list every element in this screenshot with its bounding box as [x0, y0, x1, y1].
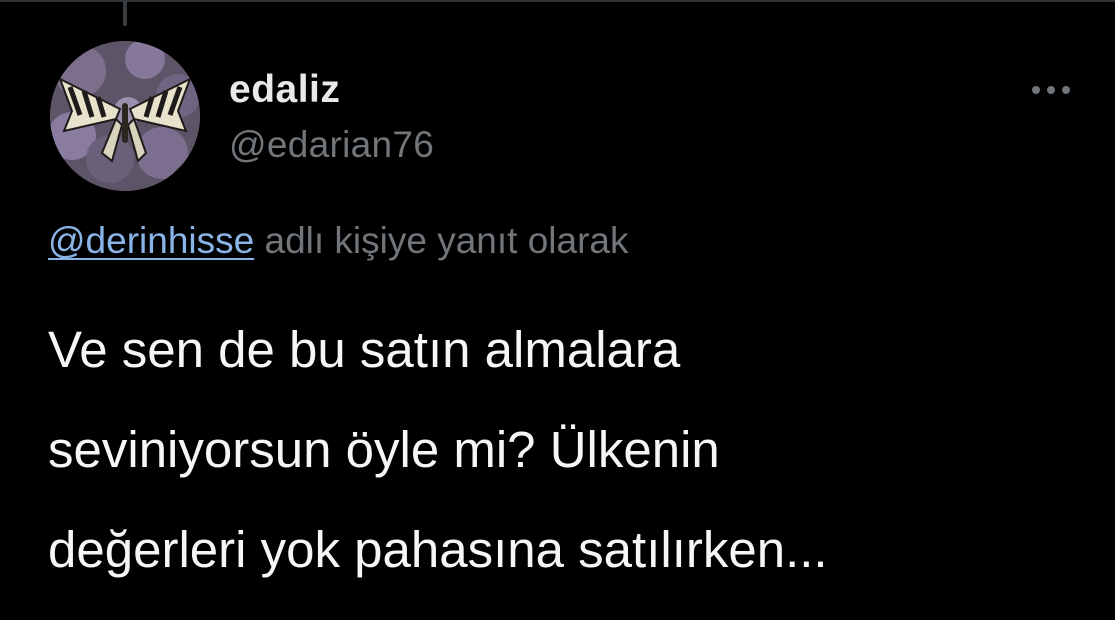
display-name[interactable]: edaliz [229, 68, 340, 112]
butterfly-avatar-icon [50, 41, 200, 191]
top-divider [0, 0, 1115, 2]
tweet-text-line: seviniyorsun öyle mi? Ülkenin [48, 421, 720, 478]
user-handle[interactable]: @edarian76 [229, 124, 434, 166]
tweet-text-line: değerleri yok pahasına satılırken... [48, 521, 828, 578]
tweet-text-line: Ve sen de bu satın almalara [48, 321, 681, 378]
reply-context: @derinhisse adlı kişiye yanıt olarak [48, 220, 629, 262]
more-options-button[interactable] [1026, 76, 1076, 104]
tweet-text: Ve sen de bu satın almalara seviniyorsun… [48, 300, 1068, 600]
reply-context-text: adlı kişiye yanıt olarak [254, 220, 629, 261]
avatar[interactable] [50, 41, 200, 191]
thread-connector-line [123, 0, 127, 26]
mention-link[interactable]: @derinhisse [48, 220, 254, 261]
